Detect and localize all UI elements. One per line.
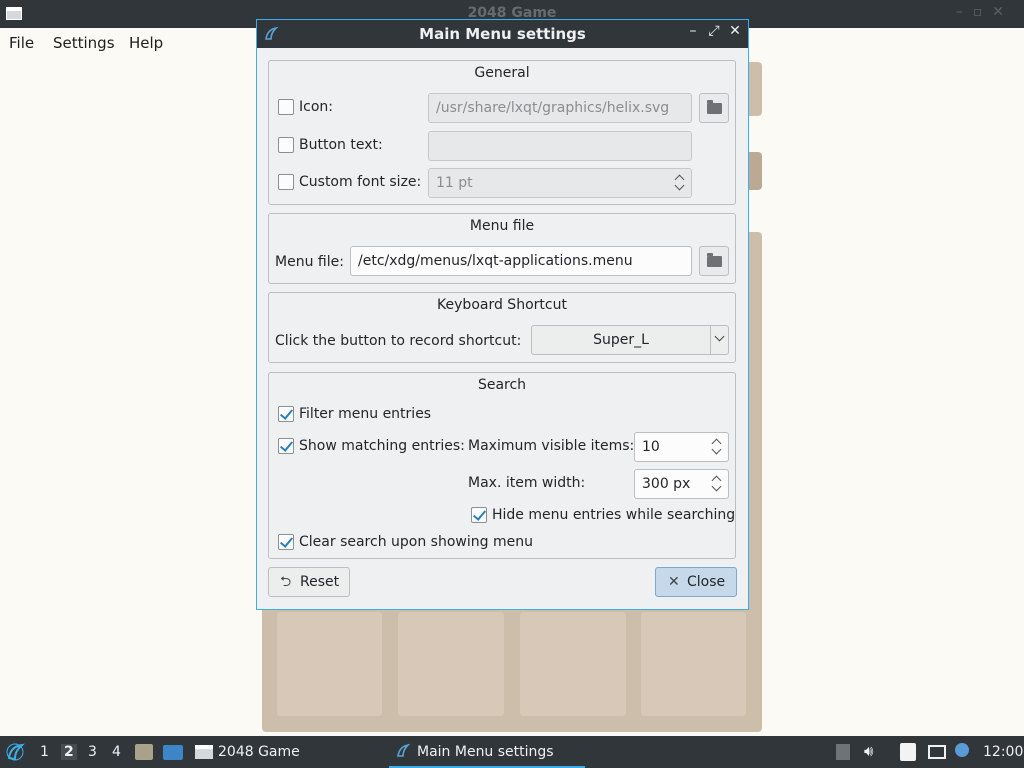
group-general-title: General — [474, 65, 530, 81]
board-tile — [398, 612, 504, 716]
close-icon[interactable]: ✕ — [726, 23, 744, 43]
group-search-title: Search — [477, 377, 527, 393]
hide-menu-entries-checkbox[interactable] — [471, 507, 487, 523]
board-tile — [277, 612, 382, 716]
network-icon[interactable] — [928, 745, 946, 759]
shortcut-label: Click the button to record shortcut: — [275, 333, 522, 349]
show-desktop-icon[interactable] — [163, 745, 183, 760]
folder-icon — [707, 100, 722, 114]
task-2048-game[interactable]: 2048 Game — [192, 736, 372, 768]
custom-font-size-label: Custom font size: — [299, 174, 422, 190]
browse-icon-button[interactable] — [699, 93, 729, 123]
clipboard-icon[interactable] — [900, 743, 916, 761]
icon-checkbox[interactable] — [278, 99, 294, 115]
clock[interactable]: 12:00 — [983, 744, 1023, 760]
show-matching-entries-checkbox[interactable] — [278, 438, 294, 454]
board-tile — [641, 612, 746, 716]
max-visible-items-value: 10 — [642, 439, 660, 455]
shortcut-button[interactable]: Super_L — [531, 325, 729, 355]
workspace-4[interactable]: 4 — [112, 744, 121, 760]
max-item-width-spinbox[interactable]: 300 px — [634, 469, 729, 499]
max-item-width-value: 300 px — [642, 476, 691, 492]
spin-arrows-icon[interactable] — [711, 436, 722, 458]
task-main-menu-settings[interactable]: Main Menu settings — [389, 736, 585, 768]
spin-arrows-icon[interactable] — [711, 473, 722, 495]
button-text-label: Button text: — [299, 137, 383, 153]
group-search: Search Filter menu entries Show matching… — [268, 372, 736, 559]
icon-path-field[interactable]: /usr/share/lxqt/graphics/helix.svg — [428, 93, 692, 123]
main-menu-settings-dialog: Main Menu settings – ⤢ ✕ General Icon: /… — [256, 19, 749, 610]
clear-search-checkbox[interactable] — [278, 534, 294, 550]
close-button[interactable]: ✕ Close — [655, 567, 737, 597]
button-text-checkbox[interactable] — [278, 137, 294, 153]
max-item-width-label: Max. item width: — [468, 475, 586, 491]
notification-icon[interactable] — [955, 743, 969, 757]
spin-arrows-icon[interactable] — [674, 172, 685, 194]
browse-menu-file-button[interactable] — [699, 246, 729, 276]
lxqt-logo-icon — [395, 743, 411, 763]
show-matching-entries-label: Show matching entries: — [299, 438, 465, 454]
font-size-value: 11 pt — [436, 175, 473, 191]
group-general: General Icon: /usr/share/lxqt/graphics/h… — [268, 60, 736, 205]
dialog-title: Main Menu settings — [419, 25, 586, 43]
menu-file-label: Menu file: — [275, 254, 344, 270]
menubar: File Settings Help — [0, 28, 256, 58]
shortcut-value: Super_L — [593, 332, 649, 348]
menu-help[interactable]: Help — [129, 34, 163, 52]
window-app-icon — [195, 745, 213, 759]
workspace-3[interactable]: 3 — [88, 744, 97, 760]
lxqt-start-menu-icon[interactable] — [5, 742, 25, 766]
menu-file[interactable]: File — [9, 34, 34, 52]
filter-menu-entries-label: Filter menu entries — [299, 406, 432, 422]
menu-file-field[interactable]: /etc/xdg/menus/lxqt-applications.menu — [350, 246, 692, 276]
tray-updown-icon[interactable] — [836, 744, 850, 760]
folder-icon — [707, 253, 722, 267]
close-x-icon: ✕ — [668, 574, 680, 590]
background-window-buttons[interactable]: –▫✕ — [956, 4, 1014, 20]
workspace-2[interactable]: 2 — [61, 744, 77, 760]
minimize-icon[interactable]: – — [684, 23, 702, 43]
filter-menu-entries-checkbox[interactable] — [278, 406, 294, 422]
maximize-icon[interactable]: ⤢ — [705, 23, 723, 43]
group-keyboard-shortcut: Keyboard Shortcut Click the button to re… — [268, 292, 736, 363]
icon-label: Icon: — [299, 99, 333, 115]
button-text-field[interactable] — [428, 131, 692, 161]
board-tile — [520, 612, 626, 716]
max-visible-items-label: Maximum visible items: — [468, 438, 635, 454]
custom-font-size-spinbox[interactable]: 11 pt — [428, 168, 692, 198]
workspace-1[interactable]: 1 — [40, 744, 49, 760]
group-menu-file-title: Menu file — [469, 218, 535, 234]
custom-font-size-checkbox[interactable] — [278, 174, 294, 190]
dialog-titlebar[interactable]: Main Menu settings – ⤢ ✕ — [257, 20, 748, 48]
max-visible-items-spinbox[interactable]: 10 — [634, 432, 729, 462]
file-manager-icon[interactable] — [135, 744, 153, 760]
group-menu-file: Menu file Menu file: /etc/xdg/menus/lxqt… — [268, 213, 736, 284]
hide-menu-entries-label: Hide menu entries while searching — [492, 507, 736, 523]
undo-icon: ⮌ — [280, 574, 292, 590]
clear-search-label: Clear search upon showing menu — [299, 534, 533, 550]
reset-button[interactable]: ⮌ Reset — [268, 567, 350, 597]
taskbar: 1 2 3 4 2048 Game Main Menu settings 🔊︎ … — [0, 736, 1024, 768]
group-shortcut-title: Keyboard Shortcut — [437, 297, 567, 313]
volume-icon[interactable]: 🔊︎ — [864, 742, 873, 760]
chevron-down-icon[interactable] — [714, 331, 725, 342]
menu-settings[interactable]: Settings — [53, 34, 115, 52]
